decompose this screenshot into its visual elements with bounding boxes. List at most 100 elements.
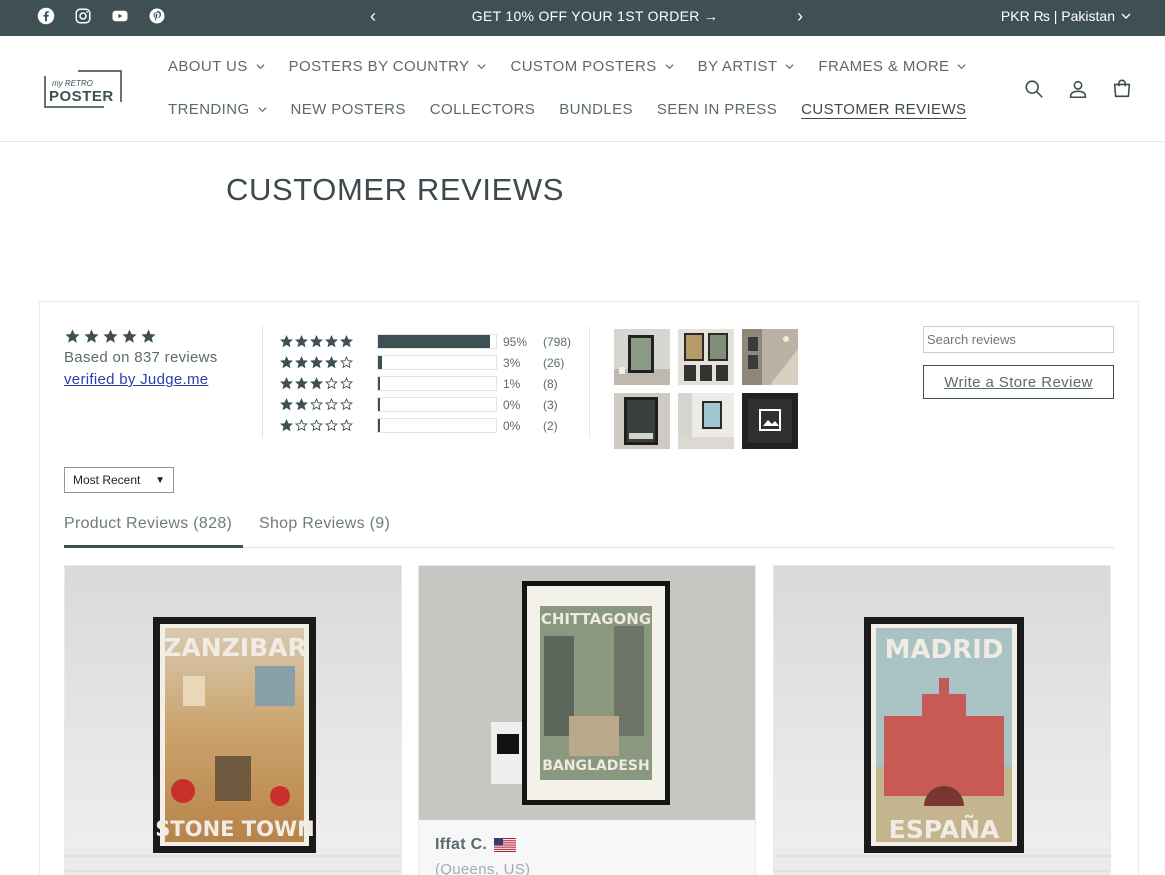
- account-icon[interactable]: [1067, 78, 1089, 100]
- star-empty-icon: [295, 419, 308, 432]
- tab-shop-reviews[interactable]: Shop Reviews (9): [259, 515, 390, 548]
- star-filled-icon: [141, 329, 156, 343]
- nav-frames-and-more[interactable]: FRAMES & MORE: [818, 58, 966, 75]
- rating-bar-fill: [378, 398, 380, 411]
- rating-bar: [377, 334, 497, 349]
- rating-bar-fill: [378, 335, 491, 348]
- site-logo[interactable]: my RETRO POSTER: [44, 68, 124, 110]
- rating-bar-fill: [378, 419, 380, 432]
- cart-icon[interactable]: [1111, 78, 1133, 100]
- histogram-row[interactable]: 0% (2): [280, 415, 571, 436]
- nav-customer-reviews[interactable]: CUSTOMER REVIEWS: [801, 101, 966, 118]
- rating-count: (26): [543, 355, 565, 370]
- verified-link[interactable]: verified by Judge.me: [64, 371, 218, 388]
- star-filled-icon: [325, 335, 338, 348]
- star-filled-icon: [280, 419, 293, 432]
- rating-percent: 0%: [503, 418, 521, 433]
- promo-text: GET 10% OFF YOUR 1ST ORDER: [471, 8, 700, 24]
- site-header: my RETRO POSTER ABOUT US POSTERS BY COUN…: [0, 36, 1165, 142]
- tab-product-reviews[interactable]: Product Reviews (828): [64, 515, 243, 548]
- star-filled-icon: [295, 377, 308, 390]
- reviewer-location: (Queens, US): [435, 861, 531, 875]
- rating-count: (3): [543, 397, 558, 412]
- star-empty-icon: [325, 398, 338, 411]
- row-stars: [280, 377, 372, 390]
- star-filled-icon: [310, 377, 323, 390]
- poster-top-text: ZANZIBAR: [163, 633, 306, 662]
- main-nav-row-1: ABOUT US POSTERS BY COUNTRY CUSTOM POSTE…: [168, 58, 966, 75]
- instagram-icon[interactable]: [74, 7, 92, 25]
- rating-bar: [377, 418, 497, 433]
- review-card[interactable]: CHITTAGONG BANGLADESH Iffat C. (Queens, …: [418, 565, 756, 875]
- nav-collectors[interactable]: COLLECTORS: [430, 101, 535, 118]
- nav-custom-posters[interactable]: CUSTOM POSTERS: [510, 58, 674, 75]
- histogram-row[interactable]: 95% (798): [280, 331, 571, 352]
- rating-bar: [377, 376, 497, 391]
- nav-posters-by-country[interactable]: POSTERS BY COUNTRY: [289, 58, 487, 75]
- reviewer-name: Iffat C.: [435, 836, 488, 853]
- star-empty-icon: [340, 419, 353, 432]
- star-filled-icon: [340, 335, 353, 348]
- nav-new-posters[interactable]: NEW POSTERS: [291, 101, 406, 118]
- promo-prev-button[interactable]: ‹: [370, 6, 376, 26]
- reviews-widget: Based on 837 reviews verified by Judge.m…: [39, 301, 1139, 875]
- review-photo: CHITTAGONG BANGLADESH: [419, 566, 755, 820]
- review-photo-thumb[interactable]: [678, 393, 734, 449]
- chevron-down-icon: [477, 64, 486, 70]
- search-icon[interactable]: [1023, 78, 1045, 100]
- review-photo-thumb[interactable]: [614, 329, 670, 385]
- nav-trending[interactable]: TRENDING: [168, 101, 267, 118]
- review-photo-thumb[interactable]: [614, 393, 670, 449]
- review-photo-thumb[interactable]: [678, 329, 734, 385]
- promo-message[interactable]: GET 10% OFF YOUR 1ST ORDER →: [400, 8, 790, 24]
- nav-bundles[interactable]: BUNDLES: [559, 101, 633, 118]
- star-empty-icon: [340, 377, 353, 390]
- row-stars: [280, 335, 372, 348]
- review-card[interactable]: ZANZIBAR STONE TOWN: [64, 565, 402, 875]
- reviewer-info: Iffat C. (Queens, US): [419, 820, 755, 875]
- review-card[interactable]: MADRID ESPAÑA: [773, 565, 1111, 875]
- rating-bar: [377, 355, 497, 370]
- currency-selector[interactable]: PKR ₨ | Pakistan: [1001, 8, 1131, 24]
- review-tabs: Product Reviews (828) Shop Reviews (9): [64, 515, 1114, 548]
- us-flag-icon: [494, 838, 517, 852]
- search-reviews-input[interactable]: [923, 326, 1114, 353]
- star-filled-icon: [280, 356, 293, 369]
- write-store-review-button[interactable]: Write a Store Review: [923, 365, 1114, 399]
- rating-count: (8): [543, 376, 558, 391]
- poster-top-text: MADRID: [885, 635, 1004, 665]
- star-filled-icon: [310, 335, 323, 348]
- nav-about-us[interactable]: ABOUT US: [168, 58, 265, 75]
- review-photo: ZANZIBAR STONE TOWN: [65, 566, 401, 875]
- review-photo-more[interactable]: [742, 393, 798, 449]
- star-filled-icon: [280, 398, 293, 411]
- caret-down-icon: ▼: [155, 474, 165, 486]
- logo-text-top: my RETRO: [52, 79, 93, 88]
- star-filled-icon: [280, 335, 293, 348]
- star-empty-icon: [340, 398, 353, 411]
- youtube-icon[interactable]: [111, 7, 129, 25]
- chevron-down-icon: [785, 64, 794, 70]
- currency-label: PKR ₨ | Pakistan: [1000, 8, 1115, 24]
- histogram-row[interactable]: 1% (8): [280, 373, 571, 394]
- sort-select[interactable]: Most Recent ▼: [64, 467, 174, 493]
- nav-seen-in-press[interactable]: SEEN IN PRESS: [657, 101, 777, 118]
- page-title: CUSTOMER REVIEWS: [226, 172, 565, 207]
- pinterest-icon[interactable]: [148, 7, 166, 25]
- rating-count: (798): [543, 334, 572, 349]
- histogram-row[interactable]: 3% (26): [280, 352, 571, 373]
- star-filled-icon: [310, 356, 323, 369]
- rating-bar-fill: [378, 356, 382, 369]
- rating-percent: 3%: [503, 355, 521, 370]
- star-empty-icon: [310, 419, 323, 432]
- review-photo-thumb[interactable]: [742, 329, 798, 385]
- facebook-icon[interactable]: [37, 7, 55, 25]
- rating-count: (2): [543, 418, 558, 433]
- nav-by-artist[interactable]: BY ARTIST: [698, 58, 795, 75]
- star-empty-icon: [325, 419, 338, 432]
- chevron-down-icon: [256, 64, 265, 70]
- star-empty-icon: [310, 398, 323, 411]
- star-filled-icon: [122, 329, 137, 343]
- promo-next-button[interactable]: ›: [797, 6, 803, 26]
- histogram-row[interactable]: 0% (3): [280, 394, 571, 415]
